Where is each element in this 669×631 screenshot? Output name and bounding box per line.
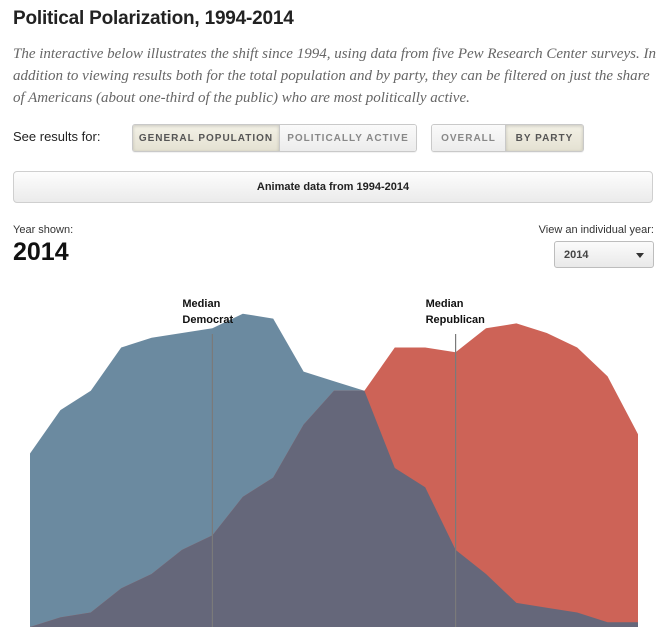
median-label-democrat-0: Median: [182, 298, 220, 310]
year-shown-value: 2014: [13, 238, 69, 266]
year-select[interactable]: 2014: [554, 241, 654, 268]
median-label-republican-1: Republican: [426, 314, 486, 326]
by-party-button[interactable]: BY PARTY: [505, 125, 583, 151]
year-select-value: 2014: [564, 248, 589, 261]
general-population-button[interactable]: GENERAL POPULATION: [133, 125, 279, 151]
polarization-chart: Median Democrat Median Republican: [30, 298, 638, 627]
median-label-democrat-1: Democrat: [182, 314, 233, 326]
page-description: The interactive below illustrates the sh…: [13, 46, 656, 106]
year-shown-label: Year shown:: [13, 224, 74, 236]
animate-button[interactable]: Animate data from 1994-2014: [13, 171, 653, 203]
population-toggle: GENERAL POPULATION POLITICALLY ACTIVE: [132, 124, 417, 152]
overall-button[interactable]: OVERALL: [432, 125, 505, 151]
view-year-label: View an individual year:: [538, 224, 654, 236]
view-toggle: OVERALL BY PARTY: [431, 124, 584, 152]
politically-active-button[interactable]: POLITICALLY ACTIVE: [279, 125, 416, 151]
median-label-republican-0: Median: [426, 298, 464, 310]
chevron-down-icon: [636, 253, 644, 258]
page-title: Political Polarization, 1994-2014: [13, 8, 294, 29]
see-results-label: See results for:: [13, 129, 101, 144]
